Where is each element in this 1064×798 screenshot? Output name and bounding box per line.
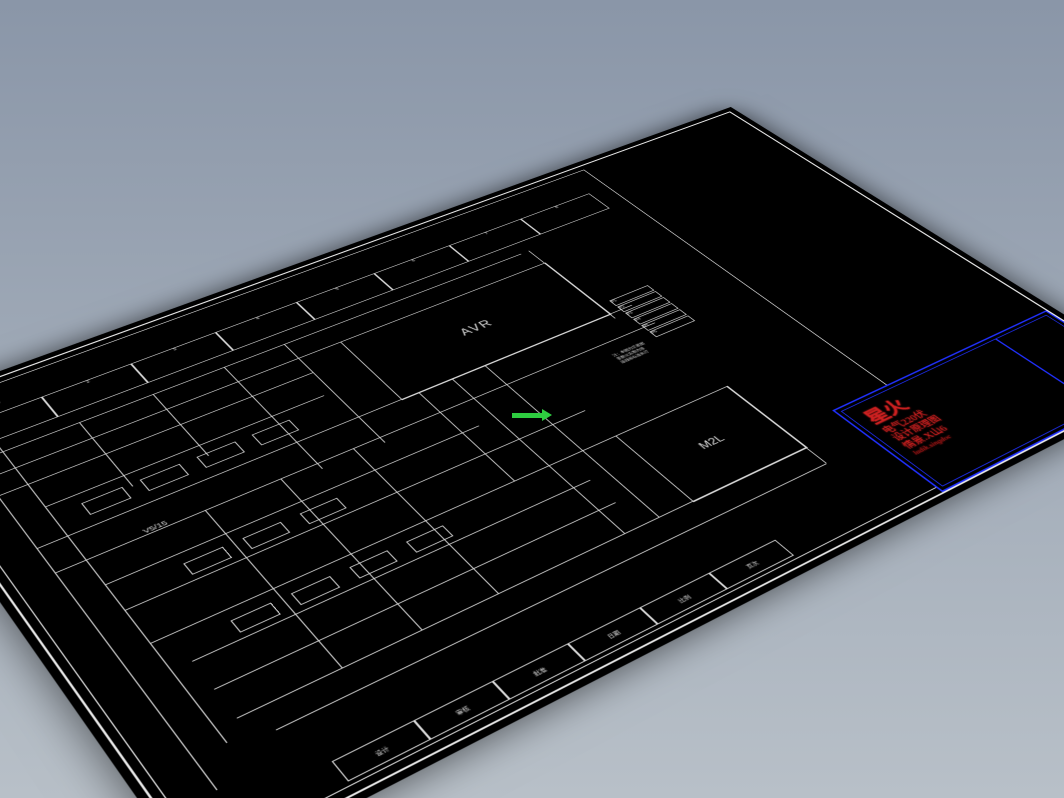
component [230,603,280,633]
component [183,547,232,575]
3d-viewport[interactable]: 1 2 3 4 5 6 7 8 VA/B V5/15 [0,0,1064,798]
wire [192,480,591,662]
wire [353,448,499,593]
ruler-cell: 4 [215,302,315,350]
wire [280,478,422,630]
component [81,487,131,515]
wire [45,395,325,507]
avr-label: AVR [458,318,497,338]
wire [105,426,480,586]
component [196,441,245,467]
ruler-cell: 8 [520,193,609,234]
component [140,464,189,491]
m2l-label: M2L [695,433,727,451]
wire [418,392,515,481]
ruler-cell: 2 [42,364,148,417]
drawing-sheet: 1 2 3 4 5 6 7 8 VA/B V5/15 [0,107,1064,798]
component [406,525,454,552]
ruler-cell: 6 [374,246,468,291]
component [242,522,290,549]
component [349,550,397,578]
component [291,576,340,605]
table-cell: 页次 [709,540,794,589]
header-label: VA/B [0,399,2,411]
ucs-icon [512,405,552,425]
ruler-cell: 7 [449,219,541,262]
component [300,498,347,524]
component [252,420,300,446]
ruler-cell: 5 [296,273,393,319]
ucs-arrow-icon [512,413,544,418]
ruler-cell: 3 [130,332,233,383]
footer-table: 设计 审核 批准 日期 比例 页次 [332,540,794,782]
